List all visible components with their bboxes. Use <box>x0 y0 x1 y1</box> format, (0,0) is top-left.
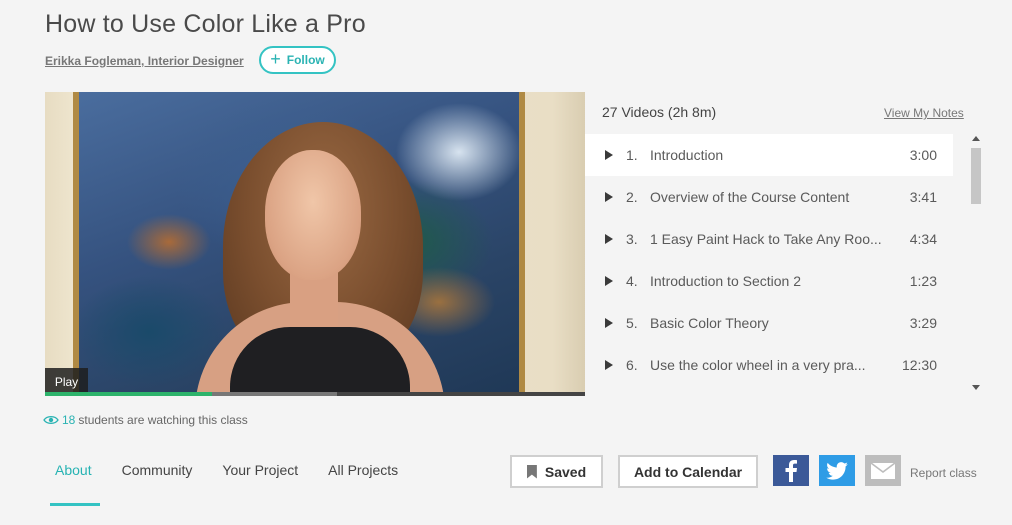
play-triangle-icon <box>605 276 613 286</box>
play-triangle-icon <box>605 318 613 328</box>
plus-icon: + <box>270 49 281 69</box>
facebook-icon <box>785 459 797 482</box>
author-link[interactable]: Erikka Fogleman, Interior Designer <box>45 54 244 68</box>
playlist-item-title: Basic Color Theory <box>650 315 769 331</box>
video-progress-bar[interactable] <box>45 392 585 396</box>
playlist-item-duration: 3:41 <box>909 189 937 205</box>
playlist-item-duration: 3:29 <box>909 315 937 331</box>
playlist-item[interactable]: 3. 1 Easy Paint Hack to Take Any Roo... … <box>585 218 953 260</box>
playlist-item[interactable]: 5. Basic Color Theory 3:29 <box>585 302 953 344</box>
tab-your-project[interactable]: Your Project <box>222 462 298 478</box>
course-title: How to Use Color Like a Pro <box>45 10 366 38</box>
saved-button[interactable]: Saved <box>510 455 603 488</box>
add-to-calendar-button[interactable]: Add to Calendar <box>618 455 758 488</box>
twitter-icon <box>826 461 848 480</box>
playlist-item-duration: 4:34 <box>909 231 937 247</box>
playlist-item-title: Use the color wheel in a very pra... <box>650 357 866 373</box>
playlist-item-number: 3. <box>626 231 638 247</box>
playlist-item[interactable]: 1. Introduction 3:00 <box>585 134 953 176</box>
playlist-item-number: 1. <box>626 147 638 163</box>
course-tabs: About Community Your Project All Project… <box>55 462 398 478</box>
video-player[interactable]: Play <box>45 92 585 396</box>
watching-indicator: 18 students are watching this class <box>43 413 248 427</box>
playlist-item-title: 1 Easy Paint Hack to Take Any Roo... <box>650 231 882 247</box>
playlist-item[interactable]: 6. Use the color wheel in a very pra... … <box>585 344 953 386</box>
facebook-share-button[interactable] <box>773 455 809 486</box>
playlist-scrollbar[interactable] <box>968 134 984 396</box>
follow-label: Follow <box>286 53 325 67</box>
scroll-down-arrow-icon[interactable] <box>972 385 980 390</box>
mail-icon <box>870 461 896 479</box>
tab-all-projects[interactable]: All Projects <box>328 462 398 478</box>
email-share-button[interactable] <box>865 455 901 486</box>
play-triangle-icon <box>605 360 613 370</box>
video-played <box>45 392 213 396</box>
report-class-link[interactable]: Report class <box>910 466 977 480</box>
watching-count: 18 <box>62 413 76 427</box>
watching-text: students are watching this class <box>78 413 248 427</box>
presenter-face <box>265 150 361 280</box>
play-triangle-icon <box>605 192 613 202</box>
twitter-share-button[interactable] <box>819 455 855 486</box>
playlist-item-number: 6. <box>626 357 638 373</box>
playlist-item-duration: 3:00 <box>909 147 937 163</box>
playlist-item-title: Overview of the Course Content <box>650 189 850 205</box>
playlist-item-duration: 12:30 <box>901 357 937 373</box>
tab-community[interactable]: Community <box>122 462 193 478</box>
play-triangle-icon <box>605 234 613 244</box>
playlist-summary: 27 Videos (2h 8m) <box>602 104 717 120</box>
scrollbar-thumb[interactable] <box>971 148 981 204</box>
playlist-item-number: 2. <box>626 189 638 205</box>
playlist-item[interactable]: 4. Introduction to Section 2 1:23 <box>585 260 953 302</box>
playlist-item-number: 5. <box>626 315 638 331</box>
saved-label: Saved <box>544 463 587 480</box>
tab-about[interactable]: About <box>55 462 92 478</box>
view-notes-link[interactable]: View My Notes <box>884 106 964 120</box>
scroll-up-arrow-icon[interactable] <box>972 136 980 141</box>
playlist-item-duration: 1:23 <box>909 273 937 289</box>
follow-button[interactable]: + Follow <box>259 46 336 74</box>
bookmark-icon <box>526 464 537 479</box>
playlist-item-title: Introduction <box>650 147 724 163</box>
active-tab-indicator <box>50 503 100 506</box>
presenter-top <box>230 327 410 396</box>
playlist: 1. Introduction 3:00 2. Overview of the … <box>585 134 953 396</box>
eye-icon <box>43 415 59 425</box>
play-triangle-icon <box>605 150 613 160</box>
playlist-item[interactable]: 2. Overview of the Course Content 3:41 <box>585 176 953 218</box>
playlist-item-number: 4. <box>626 273 638 289</box>
playlist-item-title: Introduction to Section 2 <box>650 273 801 289</box>
